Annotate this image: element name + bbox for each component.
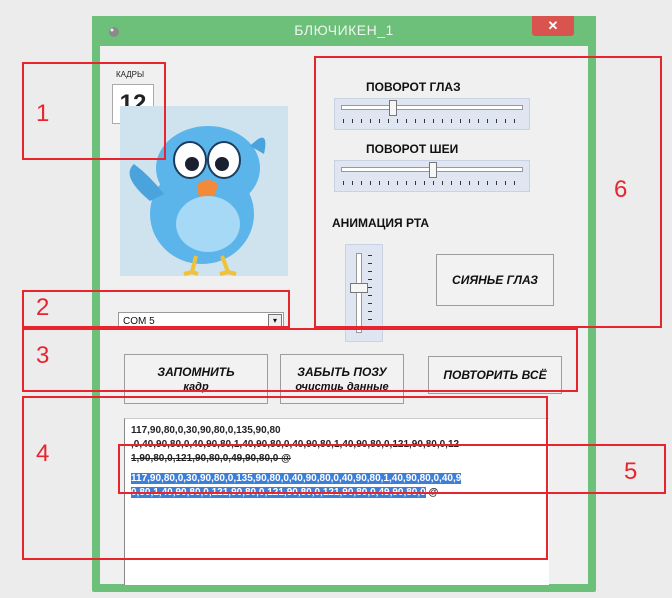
annotation-frame-3 — [22, 328, 578, 392]
annotation-number-2: 2 — [36, 294, 50, 321]
annotation-number-4: 4 — [36, 440, 50, 467]
annotation-number-1: 1 — [36, 100, 50, 127]
annotation-number-5: 5 — [624, 458, 638, 485]
annotation-number-3: 3 — [36, 342, 50, 369]
annotation-number-6: 6 — [614, 176, 628, 203]
annotation-frame-6 — [314, 56, 662, 328]
annotation-frame-5 — [118, 444, 666, 494]
title-bar: БЛЮЧИКЕН_1 ✕ — [92, 16, 596, 46]
window-title: БЛЮЧИКЕН_1 — [294, 22, 394, 38]
annotation-frame-2 — [22, 290, 290, 328]
close-button[interactable]: ✕ — [532, 16, 574, 36]
